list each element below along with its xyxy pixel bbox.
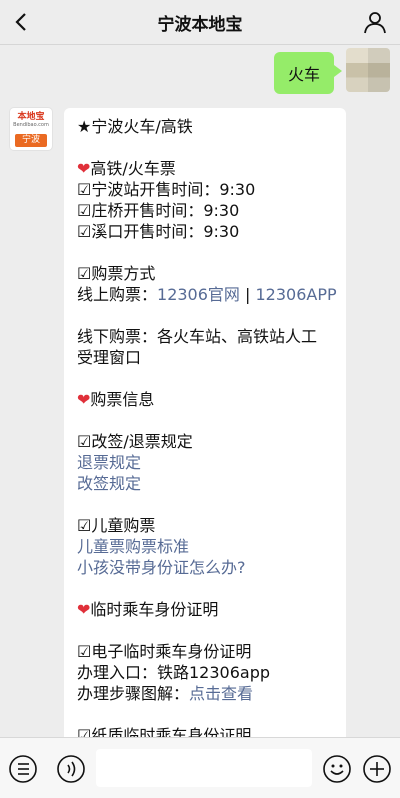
message-text-line: ❤高铁/火车票 <box>77 158 333 179</box>
message-text-line: ★宁波火车/高铁 <box>77 117 193 136</box>
message-text-line: 办理入口：铁路12306app <box>77 663 271 682</box>
menu-list-icon[interactable] <box>8 754 38 784</box>
message-text-line: ☑改签/退票规定 <box>77 432 193 451</box>
message-link[interactable]: 儿童票购票标准 <box>77 536 333 557</box>
avatar-logo-sub: Bendibao.com <box>13 122 49 128</box>
heart-icon: ❤ <box>77 600 91 619</box>
link-prefix: 办理步骤图解： <box>77 684 190 703</box>
message-text-line: ❤购票信息 <box>77 389 333 410</box>
message-text-line: 受理窗口 <box>77 348 142 367</box>
message-text-line: ☑购票方式 <box>77 264 156 283</box>
heart-icon: ❤ <box>77 390 91 409</box>
link-separator: | <box>239 285 256 304</box>
incoming-message-content: ★宁波火车/高铁 ❤高铁/火车票 ☑宁波站开售时间：9:30 ☑庄桥开售时间：9:30… <box>64 108 346 748</box>
user-profile-icon[interactable] <box>362 9 388 35</box>
heart-icon: ❤ <box>77 159 91 178</box>
message-link[interactable]: 点击查看 <box>189 684 253 703</box>
voice-icon[interactable] <box>56 754 86 784</box>
my-avatar[interactable] <box>346 48 390 92</box>
link-prefix: 线上购票： <box>77 285 158 304</box>
message-text-line: ☑宁波站开售时间：9:30 <box>77 180 256 199</box>
message-link[interactable]: 改签规定 <box>77 473 333 494</box>
outgoing-message: 火车 <box>273 48 390 94</box>
avatar-city-badge: 宁波 <box>15 134 47 147</box>
outgoing-bubble[interactable]: 火车 <box>273 52 343 94</box>
section-heading: 临时乘车身份证明 <box>90 600 219 619</box>
message-text-line: 线下购票：各火车站、高铁站人工 <box>77 327 318 346</box>
back-chevron-icon[interactable] <box>8 8 36 36</box>
chat-header: 宁波本地宝 <box>0 0 400 45</box>
section-heading: 购票信息 <box>90 390 155 409</box>
section-heading: 高铁/火车票 <box>90 159 176 178</box>
emoji-icon[interactable] <box>322 754 352 784</box>
message-link-line: 线上购票：12306官网 | 12306APP <box>77 284 337 305</box>
message-link[interactable]: 12306APP <box>255 285 336 304</box>
message-text-line: ☑庄桥开售时间：9:30 <box>77 201 240 220</box>
message-input[interactable] <box>96 749 312 787</box>
message-text-line: ☑电子临时乘车身份证明 <box>77 642 252 661</box>
avatar-logo-text: 本地宝 <box>17 112 45 122</box>
message-text-line: ☑溪口开售时间：9:30 <box>77 222 240 241</box>
message-link-line: 办理步骤图解：点击查看 <box>77 683 333 704</box>
message-link[interactable]: 小孩没带身份证怎么办? <box>77 557 333 578</box>
message-text-line: ☑儿童购票 <box>77 516 156 535</box>
plus-icon[interactable] <box>362 754 392 784</box>
bendibao-avatar[interactable]: 本地宝 Bendibao.com 宁波 <box>10 108 52 150</box>
message-link[interactable]: 12306官网 <box>157 285 240 304</box>
incoming-bubble: ★宁波火车/高铁 ❤高铁/火车票 ☑宁波站开售时间：9:30 ☑庄桥开售时间：9:30… <box>64 108 346 748</box>
chat-title: 宁波本地宝 <box>157 14 243 35</box>
chat-input-bar <box>0 737 400 798</box>
message-link[interactable]: 退票规定 <box>77 452 333 473</box>
message-text-line: ❤临时乘车身份证明 <box>77 599 333 620</box>
